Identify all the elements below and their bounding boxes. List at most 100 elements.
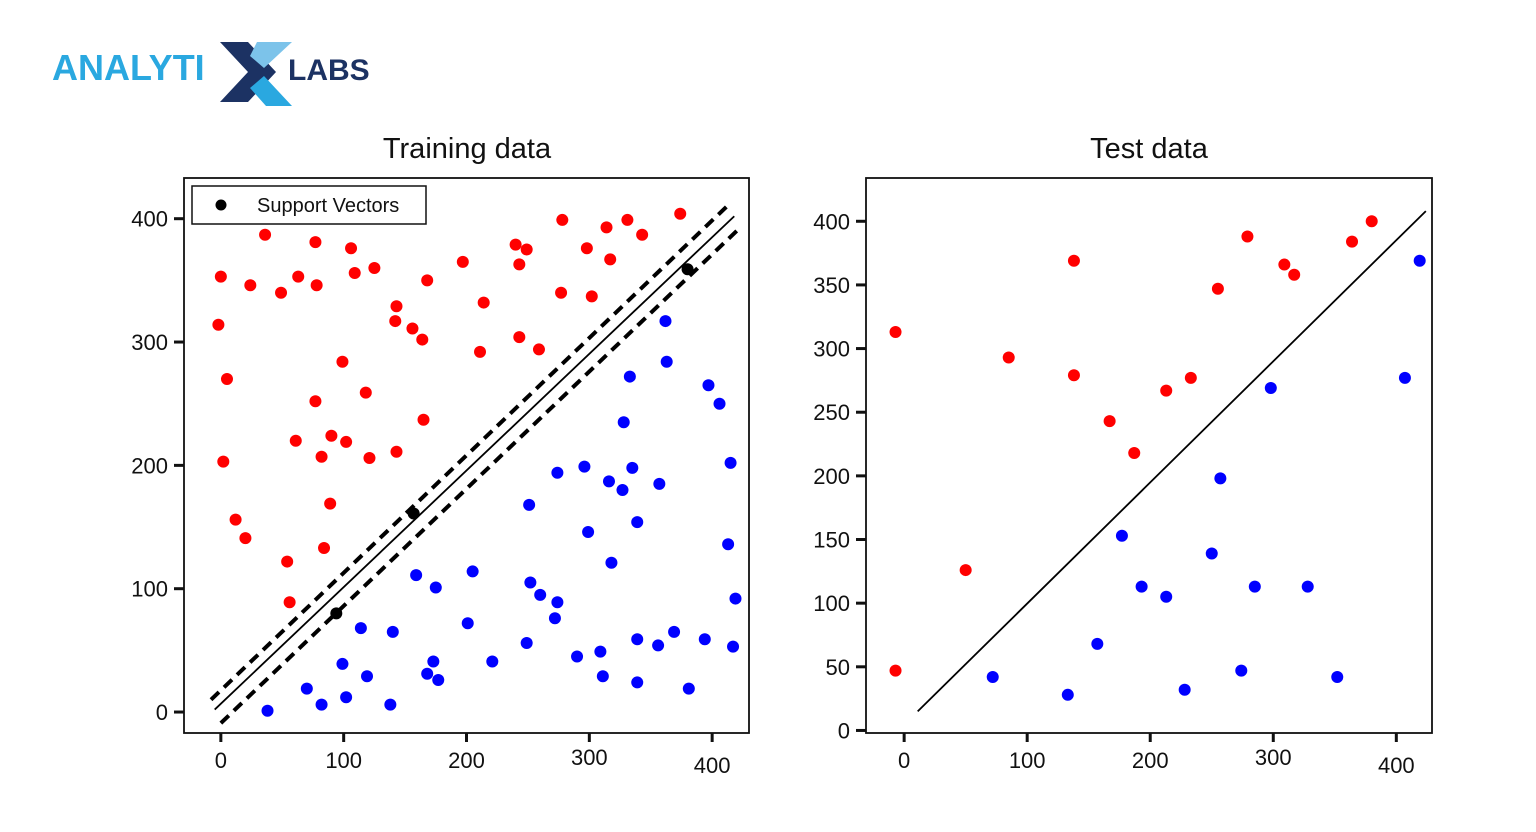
test-point-class-red: [1346, 235, 1359, 248]
training-x-tick-label: 0: [215, 748, 227, 773]
training-point-class-red: [600, 221, 613, 234]
training-point-class-red: [359, 386, 372, 399]
training-point-class-blue: [727, 640, 740, 653]
test-point-class-blue: [1135, 580, 1148, 593]
test-y-tick-label: 200: [813, 464, 850, 489]
test-plot-frame: [865, 177, 1433, 734]
training-point-class-red: [580, 242, 593, 255]
training-point-class-blue: [631, 676, 644, 689]
test-x-tick-label: 300: [1255, 745, 1292, 770]
training-x-tick-label: 300: [571, 745, 608, 770]
training-point-class-blue: [724, 456, 737, 469]
test-series-class-blue: [986, 254, 1426, 701]
training-series-class-blue: [261, 315, 742, 717]
test-point-class-red: [959, 564, 972, 577]
training-point-support-vectors: [330, 607, 343, 620]
training-point-class-blue: [551, 596, 564, 609]
training-point-class-red: [281, 555, 294, 568]
test-point-class-red: [1128, 446, 1141, 459]
training-point-class-red: [220, 373, 233, 386]
test-point-class-blue: [1160, 590, 1173, 603]
training-point-class-red: [417, 413, 430, 426]
training-point-class-red: [217, 455, 230, 468]
training-point-class-red: [239, 532, 252, 545]
test-x-tick-label: 100: [1009, 748, 1046, 773]
training-point-class-blue: [631, 516, 644, 529]
training-point-class-blue: [336, 657, 349, 670]
test-point-class-blue: [1235, 664, 1248, 677]
test-point-class-blue: [1115, 529, 1128, 542]
test-point-class-red: [1067, 254, 1080, 267]
training-point-class-red: [348, 266, 361, 279]
training-point-class-red: [389, 315, 402, 328]
test-y-tick-label: 400: [813, 209, 850, 234]
training-series-support-vectors: [330, 263, 694, 620]
test-point-class-red: [1103, 415, 1116, 428]
training-point-class-blue: [429, 581, 442, 594]
test-point-class-blue: [986, 670, 999, 683]
training-point-class-red: [513, 331, 526, 344]
training-point-class-blue: [631, 633, 644, 646]
test-point-class-blue: [1248, 580, 1261, 593]
training-y-tick-label: 200: [131, 453, 168, 478]
training-point-class-blue: [698, 633, 711, 646]
training-point-class-red: [406, 322, 419, 335]
training-point-class-blue: [486, 655, 499, 668]
training-point-class-blue: [340, 691, 353, 704]
training-point-class-red: [292, 270, 305, 283]
training-y-tick-label: 100: [131, 577, 168, 602]
training-point-class-blue: [713, 397, 726, 410]
test-point-class-blue: [1398, 371, 1411, 384]
training-point-class-red: [212, 318, 225, 331]
training-series-class-red: [212, 207, 687, 609]
training-point-class-red: [621, 213, 634, 226]
training-point-class-blue: [548, 612, 561, 625]
test-point-class-red: [1160, 384, 1173, 397]
training-point-class-blue: [668, 625, 681, 638]
test-point-class-blue: [1331, 670, 1344, 683]
training-point-class-red: [309, 236, 322, 249]
training-point-support-vectors: [681, 263, 694, 276]
test-decision-boundary: [917, 210, 1427, 713]
test-lines: [917, 210, 1427, 713]
test-point-class-red: [1278, 258, 1291, 271]
training-point-class-blue: [315, 698, 328, 711]
training-point-class-red: [555, 286, 568, 299]
training-point-class-red: [336, 355, 349, 368]
test-x-tick-label: 400: [1378, 753, 1415, 778]
test-point-class-blue: [1178, 683, 1191, 696]
training-point-class-red: [513, 258, 526, 271]
test-point-class-blue: [1091, 637, 1104, 650]
scatter-plots: 0 100 200 300 400 0 100 200 300 400 Support Vector…: [131, 177, 1433, 778]
test-y-tick-label: 50: [826, 655, 850, 680]
test-y-tick-label: 150: [813, 528, 850, 553]
training-point-class-blue: [571, 650, 584, 663]
test-point-class-blue: [1301, 580, 1314, 593]
training-point-class-red: [556, 213, 569, 226]
training-point-class-blue: [722, 538, 735, 551]
training-point-class-blue: [594, 645, 607, 658]
training-point-class-blue: [421, 667, 434, 680]
training-point-class-red: [275, 286, 288, 299]
test-point-class-blue: [1061, 688, 1074, 701]
test-point-class-blue: [1214, 472, 1227, 485]
test-point-class-blue: [1264, 382, 1277, 395]
test-series-class-red: [889, 215, 1378, 677]
training-chart: 0 100 200 300 400 0 100 200 300 400 Support Vector…: [131, 177, 750, 778]
training-point-class-red: [509, 238, 522, 251]
training-point-class-blue: [427, 655, 440, 668]
test-y-tick-label: 0: [838, 718, 850, 743]
test-x-tick-label: 0: [898, 748, 910, 773]
training-point-class-blue: [354, 622, 367, 635]
training-point-class-red: [674, 207, 687, 220]
training-point-class-blue: [729, 592, 742, 605]
training-point-class-blue: [626, 461, 639, 474]
test-y-tick-label: 100: [813, 591, 850, 616]
training-point-class-red: [345, 242, 358, 255]
training-point-class-red: [390, 300, 403, 313]
test-point-class-red: [889, 326, 902, 339]
training-point-class-blue: [261, 704, 274, 717]
training-decision-boundary: [214, 215, 735, 711]
training-point-class-blue: [582, 525, 595, 538]
training-point-class-red: [456, 255, 469, 268]
